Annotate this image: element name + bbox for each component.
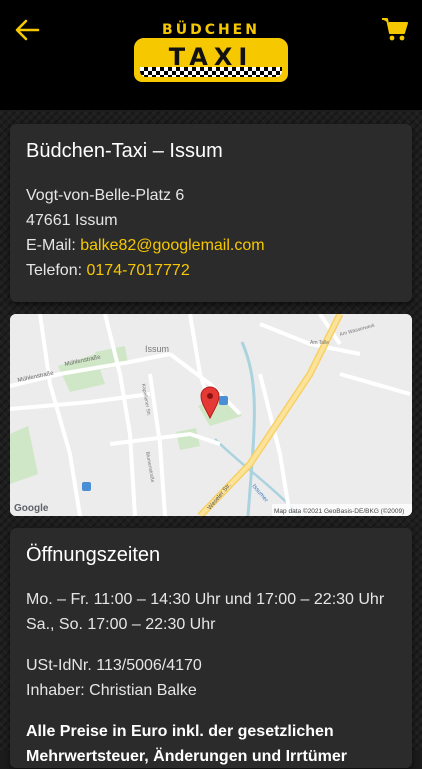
back-button[interactable]	[12, 14, 44, 46]
hours-card: Öffnungszeiten Mo. – Fr. 11:00 – 14:30 U…	[10, 528, 412, 768]
checker-strip	[140, 67, 282, 77]
bus-stop-icon	[82, 482, 91, 491]
email-link[interactable]: balke82@googlemail.com	[80, 237, 264, 254]
contact-card: Büdchen-Taxi – Issum Vogt-von-Belle-Plat…	[10, 124, 412, 302]
logo-top-text: BÜDCHEN	[162, 22, 260, 38]
map-attribution: Map data ©2021 GeoBasis-DE/BKG (©2009)	[274, 507, 404, 515]
location-map[interactable]: Issum Mühlenstraße Mühlenstraße Weseler …	[10, 314, 412, 516]
app-logo: BÜDCHEN TAXI	[134, 20, 288, 86]
google-logo: Google	[14, 503, 49, 514]
owner-name: Inhaber: Christian Balke	[26, 682, 197, 699]
phone-line: Telefon: 0174-7017772	[26, 258, 396, 283]
map-street-label: Am Talle	[310, 340, 329, 346]
city-line: 47661 Issum	[26, 212, 118, 229]
street-line: Vogt-von-Belle-Platz 6	[26, 187, 185, 204]
shopping-cart-icon	[382, 18, 408, 41]
hours-weekend: Sa., So. 17:00 – 22:30 Uhr	[26, 616, 216, 633]
cart-button[interactable]	[380, 14, 410, 44]
price-notice: Alle Preise in Euro inkl. der gesetzlich…	[26, 723, 334, 740]
phone-label: Telefon:	[26, 262, 83, 279]
hours-weekdays: Mo. – Fr. 11:00 – 14:30 Uhr und 17:00 – …	[26, 591, 385, 608]
email-label: E-Mail:	[26, 237, 76, 254]
bus-stop-icon	[219, 396, 228, 405]
email-line: E-Mail: balke82@googlemail.com	[26, 233, 396, 258]
vat-number: USt-IdNr. 113/5006/4170	[26, 657, 202, 674]
price-notice-2: Mehrwertsteuer, Änderungen und Irrtümer	[26, 748, 347, 765]
phone-link[interactable]: 0174-7017772	[87, 262, 190, 279]
arrow-left-icon	[15, 19, 40, 41]
map-town-label: Issum	[145, 344, 169, 354]
logo-badge: TAXI	[134, 38, 288, 82]
app-header: BÜDCHEN TAXI	[0, 0, 422, 110]
contact-title: Büdchen-Taxi – Issum	[26, 140, 223, 162]
hours-title: Öffnungszeiten	[26, 544, 161, 566]
